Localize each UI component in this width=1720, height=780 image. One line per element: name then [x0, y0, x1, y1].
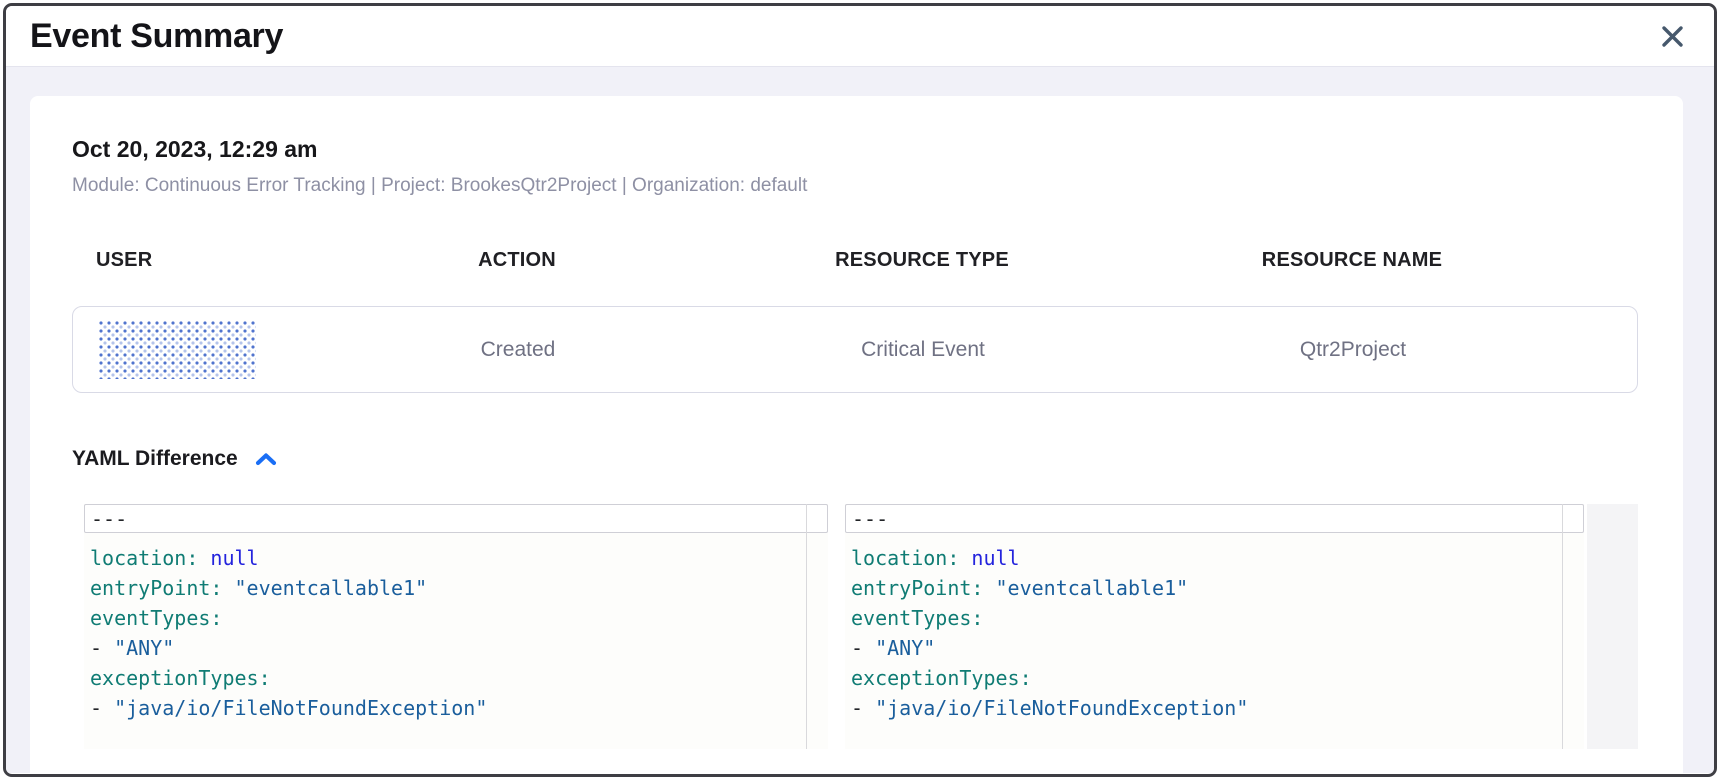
- left-pane-gutter: [806, 504, 828, 749]
- column-header-resource-name: RESOURCE NAME: [1182, 249, 1522, 272]
- event-meta: Module: Continuous Error Tracking | Proj…: [72, 175, 1683, 197]
- diff-scrollbar-track[interactable]: [1587, 504, 1638, 749]
- event-summary-modal: Event Summary Oct 20, 2023, 12:29 am Mod…: [3, 3, 1717, 777]
- yaml-line: - "java/io/FileNotFoundException": [845, 693, 1584, 723]
- yaml-line: - "ANY": [845, 633, 1584, 663]
- yaml-line: ---: [845, 504, 1584, 533]
- table-header-row: USERACTIONRESOURCE TYPERESOURCE NAME: [72, 249, 1638, 272]
- column-header-user: USER: [72, 249, 372, 272]
- yaml-line: - "ANY": [84, 633, 828, 663]
- resource-name-cell: Qtr2Project: [1183, 338, 1523, 362]
- column-header-resource-type: RESOURCE TYPE: [662, 249, 1182, 272]
- table-row: Created Critical Event Qtr2Project: [72, 306, 1638, 393]
- collapse-toggle-button[interactable]: [253, 450, 279, 468]
- modal-body: Oct 20, 2023, 12:29 am Module: Continuou…: [6, 67, 1714, 773]
- yaml-line: entryPoint: "eventcallable1": [84, 573, 828, 603]
- yaml-diff-right-pane[interactable]: --- location: nullentryPoint: "eventcalla…: [845, 504, 1584, 749]
- chevron-up-icon: [255, 452, 277, 466]
- yaml-line: - "java/io/FileNotFoundException": [84, 693, 828, 723]
- redacted-user-avatar: [99, 321, 256, 379]
- modal-title: Event Summary: [30, 17, 283, 56]
- right-pane-gutter: [1562, 504, 1584, 749]
- column-header-action: ACTION: [372, 249, 662, 272]
- yaml-line: entryPoint: "eventcallable1": [845, 573, 1584, 603]
- yaml-diff-viewer: ---location: nullentryPoint: "eventcalla…: [84, 504, 1683, 749]
- close-icon: [1661, 25, 1684, 48]
- yaml-line: exceptionTypes:: [84, 663, 828, 693]
- yaml-line: location: null: [84, 543, 828, 573]
- user-cell: [73, 321, 373, 379]
- yaml-difference-label: YAML Difference: [72, 447, 238, 471]
- resource-type-cell: Critical Event: [663, 338, 1183, 362]
- yaml-line: location: null: [845, 543, 1584, 573]
- event-card: Oct 20, 2023, 12:29 am Module: Continuou…: [30, 96, 1683, 773]
- modal-header: Event Summary: [6, 6, 1714, 67]
- yaml-line: exceptionTypes:: [845, 663, 1584, 693]
- yaml-line: ---: [84, 504, 828, 533]
- close-button[interactable]: [1657, 21, 1688, 52]
- yaml-difference-header: YAML Difference: [72, 447, 1683, 471]
- action-cell: Created: [373, 338, 663, 362]
- yaml-line: eventTypes:: [84, 603, 828, 633]
- event-timestamp: Oct 20, 2023, 12:29 am: [72, 136, 1683, 163]
- yaml-diff-left-pane[interactable]: --- location: nullentryPoint: "eventcalla…: [84, 504, 828, 749]
- yaml-line: eventTypes:: [845, 603, 1584, 633]
